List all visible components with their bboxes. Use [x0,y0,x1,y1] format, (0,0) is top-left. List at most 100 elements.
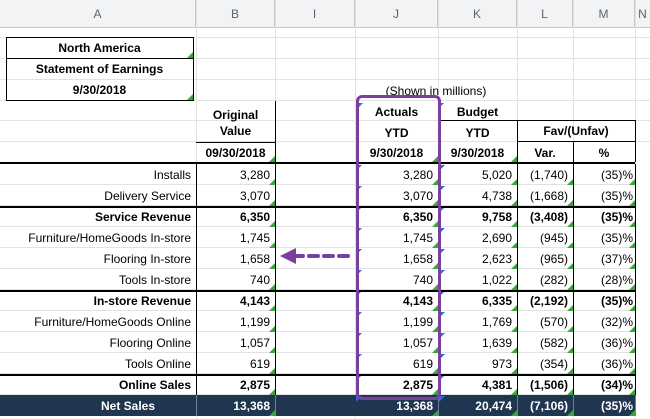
title-date[interactable]: 9/30/2018 [6,79,193,100]
note-marker [269,156,275,162]
original-value-cell[interactable]: 4,143 [196,290,275,311]
subtotal-rule [0,290,635,292]
column-divider [275,332,276,353]
variance-header[interactable]: Var. [517,144,573,162]
column-divider [517,332,518,353]
percent-cell[interactable]: (37)% [573,248,635,269]
budget-value-cell[interactable]: 4,738 [438,185,517,206]
budget-value-cell[interactable]: 20,474 [438,395,517,416]
row-label[interactable]: In-store Revenue [0,290,196,311]
column-header-n[interactable]: N [635,0,650,28]
column-divider [275,374,276,395]
row-label[interactable]: Flooring Online [0,332,196,353]
variance-cell[interactable]: (282) [517,269,573,290]
budget-value-cell[interactable]: 2,623 [438,248,517,269]
budget-value-cell[interactable]: 4,381 [438,374,517,395]
original-value-cell[interactable]: 6,350 [196,206,275,227]
percent-cell[interactable]: (36)% [573,332,635,353]
percent-cell[interactable]: (34)% [573,374,635,395]
original-value-cell[interactable]: 1,658 [196,248,275,269]
column-divider [635,185,636,206]
column-header-b[interactable]: B [196,0,275,28]
percent-cell[interactable]: (36)% [573,353,635,374]
variance-cell[interactable]: (582) [517,332,573,353]
row-label[interactable]: Furniture/HomeGoods Online [0,311,196,332]
budget-value-cell[interactable]: 9,758 [438,206,517,227]
column-header-l[interactable]: L [517,0,573,28]
percent-cell[interactable]: (28)% [573,269,635,290]
percent-cell[interactable]: (35)% [573,185,635,206]
row-label[interactable]: Tools Online [0,353,196,374]
original-value-cell[interactable]: 1,199 [196,311,275,332]
budget-value-cell[interactable]: 5,020 [438,164,517,185]
variance-cell[interactable]: (354) [517,353,573,374]
row-label[interactable]: Tools In-store [0,269,196,290]
budget-header-1[interactable]: Budget [438,103,517,120]
budget-value-cell[interactable]: 1,022 [438,269,517,290]
column-divider [275,395,276,416]
variance-cell[interactable]: (1,506) [517,374,573,395]
variance-cell[interactable]: (3,408) [517,206,573,227]
actuals-highlight-box [356,95,441,400]
column-header-m[interactable]: M [573,0,635,28]
column-header-a[interactable]: A [0,0,196,28]
column-divider [635,206,636,227]
column-divider [517,185,518,206]
budget-value-cell[interactable]: 973 [438,353,517,374]
percent-cell[interactable]: (35)% [573,395,635,416]
column-header-j[interactable]: J [355,0,438,28]
budget-value-cell[interactable]: 1,639 [438,332,517,353]
variance-cell[interactable]: (570) [517,311,573,332]
original-header-date[interactable]: 09/30/2018 [196,144,275,162]
variance-cell[interactable]: (2,192) [517,290,573,311]
fav-unfav-header[interactable]: Fav/(Unfav) [517,122,635,140]
budget-header-2[interactable]: YTD [438,124,517,141]
row-label[interactable]: Online Sales [0,374,196,395]
original-value-cell[interactable]: 13,368 [196,395,275,416]
title-region[interactable]: North America [6,37,193,58]
column-header-k[interactable]: K [438,0,517,28]
column-divider [573,248,574,269]
percent-cell[interactable]: (35)% [573,290,635,311]
original-header-2[interactable]: Value [196,122,275,139]
original-value-cell[interactable]: 3,280 [196,164,275,185]
original-value-cell[interactable]: 1,057 [196,332,275,353]
variance-cell[interactable]: (965) [517,248,573,269]
row-label[interactable]: Service Revenue [0,206,196,227]
column-divider [517,227,518,248]
title-border-right [193,37,194,101]
original-value-cell[interactable]: 1,745 [196,227,275,248]
column-divider [573,374,574,395]
column-header-i[interactable]: I [275,0,355,28]
variance-cell[interactable]: (945) [517,227,573,248]
budget-value-cell[interactable]: 1,769 [438,311,517,332]
budget-value-cell[interactable]: 2,690 [438,227,517,248]
column-divider [196,395,197,416]
row-label[interactable]: Installs [0,164,196,185]
original-value-cell[interactable]: 2,875 [196,374,275,395]
percent-cell[interactable]: (35)% [573,227,635,248]
column-divider [573,353,574,374]
variance-cell[interactable]: (7,106) [517,395,573,416]
budget-value-cell[interactable]: 6,335 [438,290,517,311]
column-divider [517,206,518,227]
percent-cell[interactable]: (35)% [573,164,635,185]
row-label[interactable]: Delivery Service [0,185,196,206]
budget-header-date[interactable]: 9/30/2018 [438,144,517,162]
variance-cell[interactable]: (1,668) [517,185,573,206]
original-value-cell[interactable]: 619 [196,353,275,374]
original-value-cell[interactable]: 740 [196,269,275,290]
original-header-1[interactable]: Original [196,106,275,123]
row-label[interactable]: Flooring In-store [0,248,196,269]
original-value-cell[interactable]: 3,070 [196,185,275,206]
note-marker [187,52,193,58]
row-label[interactable]: Furniture/HomeGoods In-store [0,227,196,248]
variance-cell[interactable]: (1,740) [517,164,573,185]
title-statement[interactable]: Statement of Earnings [6,58,193,79]
percent-cell[interactable]: (32)% [573,311,635,332]
column-divider [517,290,518,311]
percent-header[interactable]: % [573,144,635,162]
row-label[interactable]: Net Sales [0,395,196,416]
column-divider [275,206,276,227]
percent-cell[interactable]: (35)% [573,206,635,227]
